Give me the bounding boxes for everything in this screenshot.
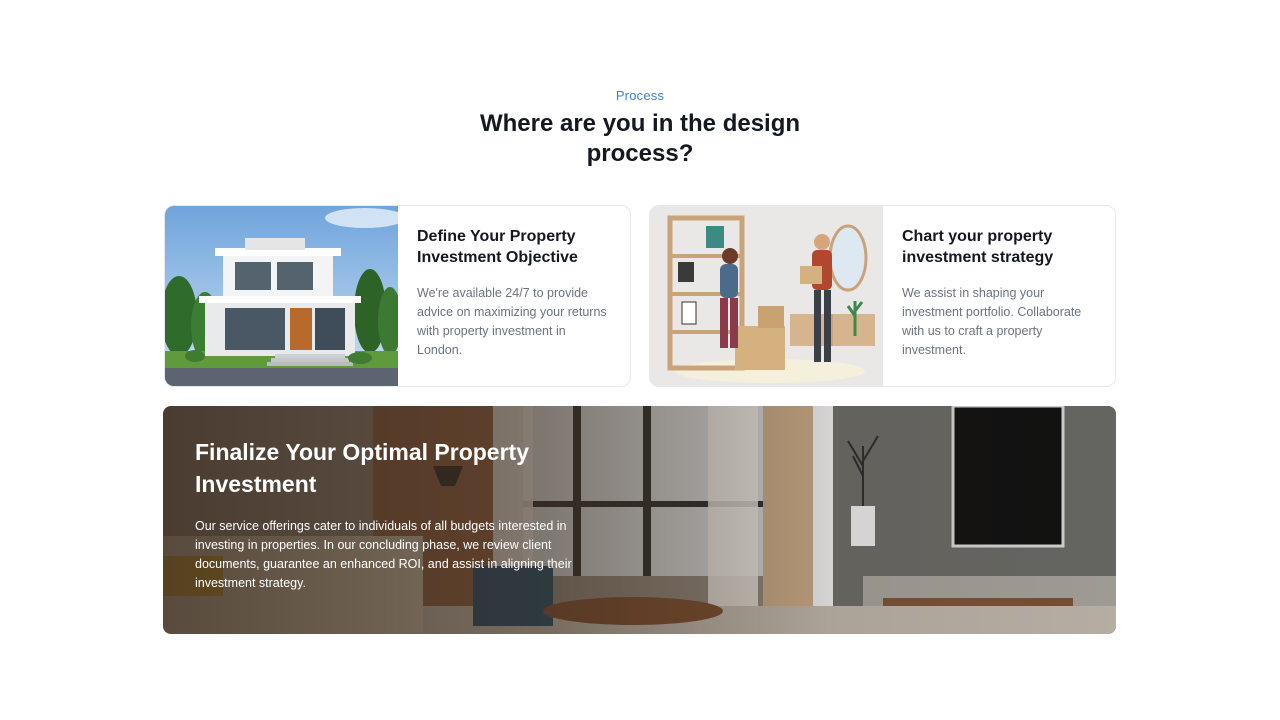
card-text: We assist in shaping your investment por…	[902, 286, 1082, 357]
section-title: Where are you in the design process?	[479, 110, 801, 167]
finalize-investment-banner[interactable]: Finalize Your Optimal Property Investmen…	[163, 406, 1116, 634]
process-card-define-objective[interactable]: Define Your Property Investment Objectiv…	[164, 205, 631, 387]
banner-text: Our service offerings cater to individua…	[195, 519, 572, 590]
people-moving-illustration	[650, 206, 883, 386]
card-title: Define Your Property Investment Objectiv…	[417, 228, 578, 266]
section-eyebrow: Process	[615, 88, 665, 103]
banner-title: Finalize Your Optimal Property Investmen…	[195, 439, 529, 497]
card-body: Chart your property investment strategy …	[883, 206, 1115, 386]
card-text: We're available 24/7 to provide advice o…	[417, 286, 607, 357]
card-body: Define Your Property Investment Objectiv…	[398, 206, 630, 386]
card-title: Chart your property investment strategy	[902, 228, 1054, 266]
modern-house-image	[165, 206, 398, 386]
process-card-chart-strategy[interactable]: Chart your property investment strategy …	[649, 205, 1116, 387]
